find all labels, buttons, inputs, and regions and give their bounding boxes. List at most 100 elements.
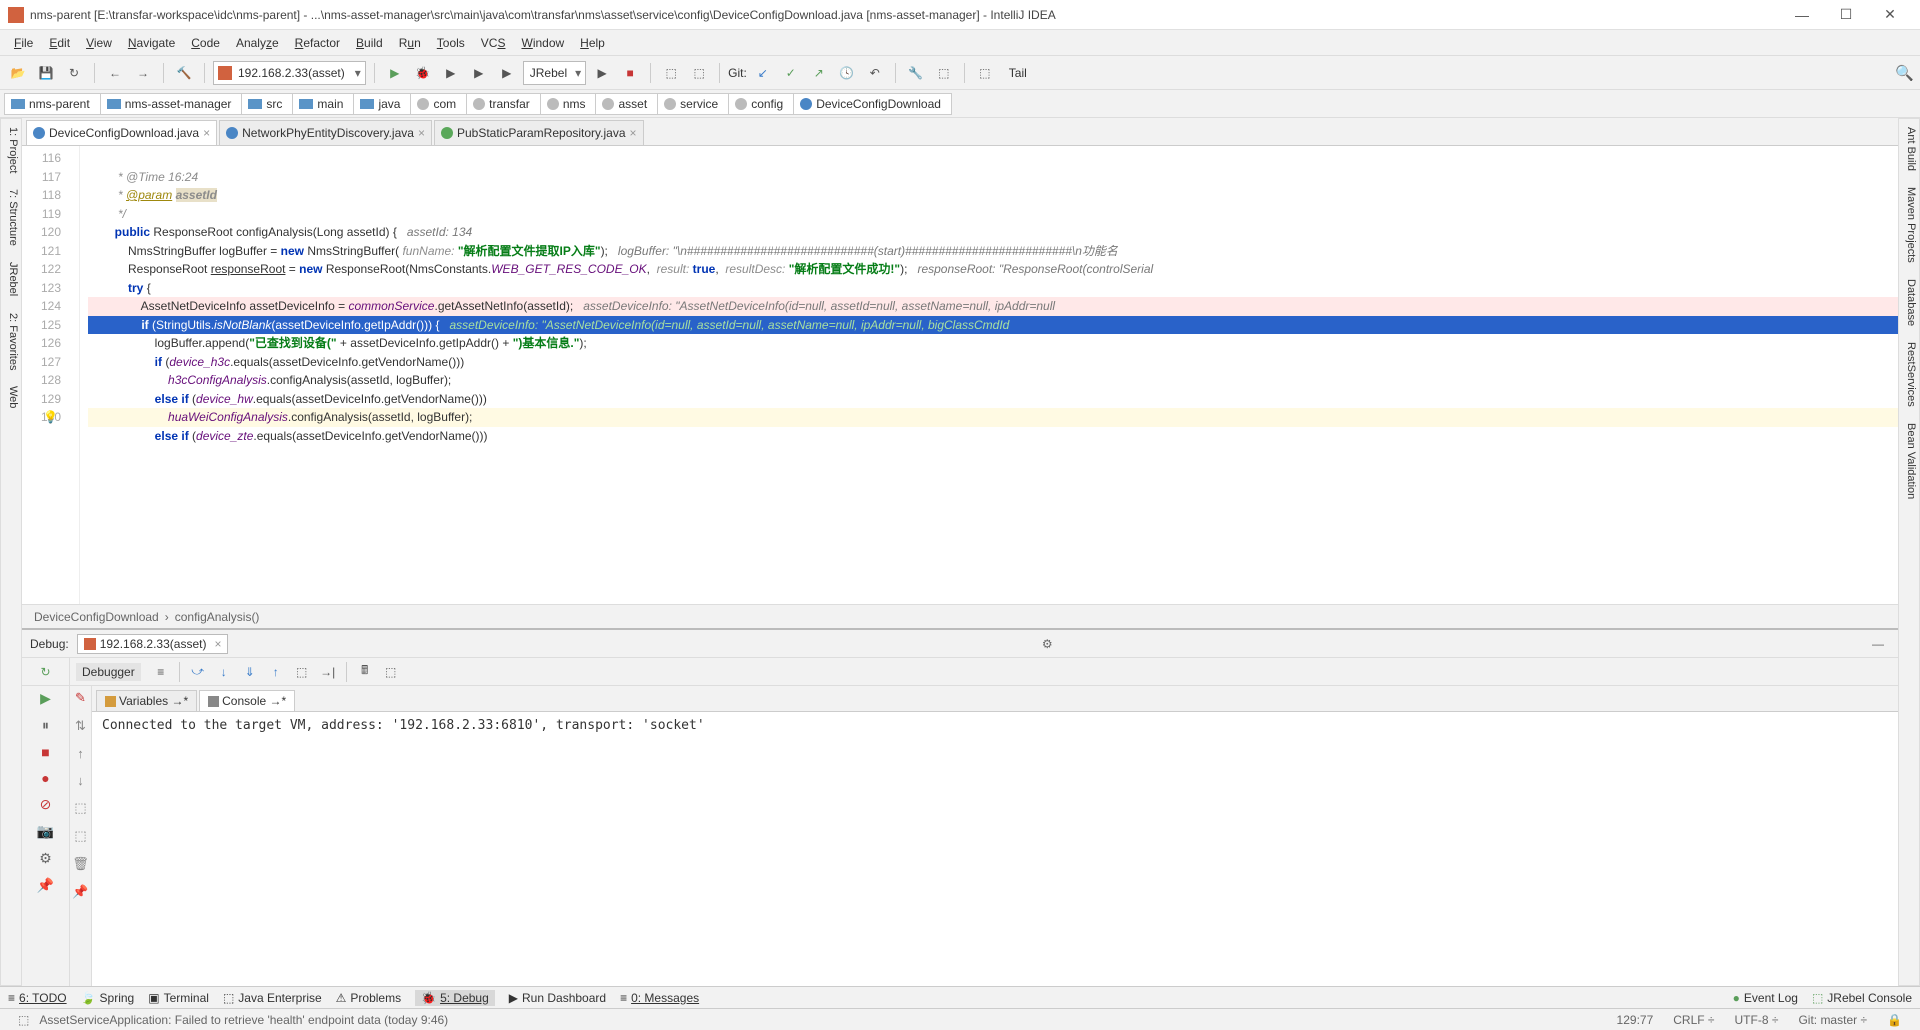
search-everywhere-icon[interactable]: ⬚ <box>973 61 997 85</box>
code-area[interactable]: * @Time 16:24 * @param assetId */ public… <box>80 146 1898 604</box>
jrebel-run-icon[interactable]: ▶ <box>590 61 614 85</box>
git-branch[interactable]: Git: master ÷ <box>1788 1013 1877 1027</box>
menu-edit[interactable]: Edit <box>41 34 78 52</box>
close-icon[interactable]: × <box>630 126 637 140</box>
crumb-src[interactable]: src <box>241 93 293 115</box>
console-tab[interactable]: Console →* <box>199 690 295 711</box>
git-push-icon[interactable]: ↗ <box>807 61 831 85</box>
caret-position[interactable]: 129:77 <box>1607 1013 1664 1027</box>
line-separator[interactable]: CRLF ÷ <box>1663 1013 1724 1027</box>
bulb-icon[interactable]: 💡 <box>22 408 79 427</box>
menu-view[interactable]: View <box>78 34 120 52</box>
menu-vcs[interactable]: VCS <box>473 34 514 52</box>
frames-icon[interactable]: ≡ <box>149 660 173 684</box>
tool-project[interactable]: 1: Project <box>1 119 21 181</box>
menu-file[interactable]: File <box>6 34 41 52</box>
get-thread-dump-icon[interactable]: 📷 <box>37 823 54 840</box>
forward-icon[interactable]: → <box>131 61 155 85</box>
trace-icon[interactable]: ⬚ <box>379 660 403 684</box>
crumb-nms-asset-manager[interactable]: nms-asset-manager <box>100 93 243 115</box>
expand-icon[interactable]: ↑ <box>77 746 84 761</box>
spring-tab[interactable]: 🍃 Spring <box>81 991 135 1005</box>
tool-favorites[interactable]: 2: Favorites <box>1 305 21 378</box>
tool-web[interactable]: Web <box>1 378 21 416</box>
drop-frame-icon[interactable]: ⬚ <box>290 660 314 684</box>
tool-rest[interactable]: RestServices <box>1899 334 1919 415</box>
menu-analyze[interactable]: Analyze <box>228 34 287 52</box>
sync-icon[interactable]: ↻ <box>62 61 86 85</box>
crumb-config[interactable]: config <box>728 93 794 115</box>
crumb-asset[interactable]: asset <box>595 93 658 115</box>
tail-label[interactable]: Tail <box>1009 66 1027 80</box>
problems-tab[interactable]: ⚠ Problems <box>336 991 401 1005</box>
menu-refactor[interactable]: Refactor <box>287 34 348 52</box>
status-icon[interactable]: ⬚ <box>8 1013 39 1027</box>
evaluate-icon[interactable]: 🖩 <box>353 660 377 684</box>
variables-tab[interactable]: Variables →* <box>96 690 197 711</box>
crumb-com[interactable]: com <box>410 93 467 115</box>
close-icon[interactable]: × <box>418 126 425 140</box>
ext1-icon[interactable]: ⬚ <box>659 61 683 85</box>
terminal-tab[interactable]: ▣ Terminal <box>148 991 209 1005</box>
tool-maven[interactable]: Maven Projects <box>1899 179 1919 271</box>
stop-icon[interactable]: ■ <box>618 61 642 85</box>
pin-icon[interactable]: 📌 <box>37 877 54 894</box>
tool-structure[interactable]: 7: Structure <box>1 181 21 254</box>
restore-layout-icon[interactable]: ✎ <box>75 690 86 706</box>
menu-build[interactable]: Build <box>348 34 391 52</box>
debug-config-tab[interactable]: 192.168.2.33(asset)× <box>77 634 229 654</box>
run-to-cursor-icon[interactable]: →| <box>316 660 340 684</box>
tool-database[interactable]: Database <box>1899 271 1919 334</box>
git-revert-icon[interactable]: ↶ <box>863 61 887 85</box>
code-editor[interactable]: 1161171181191201211221231241251261271281… <box>22 146 1898 604</box>
lock-icon[interactable]: 🔒 <box>1877 1013 1912 1027</box>
open-icon[interactable]: 📂 <box>6 61 30 85</box>
view-breakpoints-icon[interactable]: ● <box>41 770 49 786</box>
jrebel-console-tab[interactable]: ⬚ JRebel Console <box>1812 991 1912 1005</box>
pause-icon[interactable]: ⏸ <box>42 717 49 734</box>
maximize-button[interactable]: ☐ <box>1824 6 1868 23</box>
crumb-java[interactable]: java <box>353 93 411 115</box>
debug-tab[interactable]: 🐞 5: Debug <box>415 990 495 1006</box>
debug-icon[interactable]: 🐞 <box>411 61 435 85</box>
coverage-icon[interactable]: ▶ <box>439 61 463 85</box>
profile-icon[interactable]: ▶ <box>467 61 491 85</box>
attach-icon[interactable]: ▶ <box>495 61 519 85</box>
export-icon[interactable]: ⬚ <box>74 828 86 844</box>
run-config-dropdown[interactable]: 192.168.2.33(asset) <box>213 61 366 85</box>
build-icon[interactable]: 🔨 <box>172 61 196 85</box>
sort-icon[interactable]: ⇅ <box>75 718 86 734</box>
tab-deviceconfig[interactable]: DeviceConfigDownload.java× <box>26 120 217 145</box>
messages-tab[interactable]: ≡ 0: Messages <box>620 991 699 1005</box>
back-icon[interactable]: ← <box>103 61 127 85</box>
filter-icon[interactable]: ⬚ <box>74 800 86 816</box>
step-over-icon[interactable]: ⤻ <box>186 660 210 684</box>
mute-breakpoints-icon[interactable]: ⊘ <box>40 796 52 813</box>
structure-icon[interactable]: ⬚ <box>932 61 956 85</box>
git-history-icon[interactable]: 🕓 <box>835 61 859 85</box>
menu-navigate[interactable]: Navigate <box>120 34 183 52</box>
event-log-tab[interactable]: ● Event Log <box>1733 991 1798 1005</box>
stop-debug-icon[interactable]: ■ <box>41 744 49 760</box>
ext2-icon[interactable]: ⬚ <box>687 61 711 85</box>
crumb-main[interactable]: main <box>292 93 354 115</box>
close-icon[interactable]: × <box>203 126 210 140</box>
run-dashboard-tab[interactable]: ▶ Run Dashboard <box>509 991 606 1005</box>
rerun-icon[interactable]: ↻ <box>22 658 70 685</box>
save-icon[interactable]: 💾 <box>34 61 58 85</box>
menu-tools[interactable]: Tools <box>429 34 473 52</box>
minimize-button[interactable]: — <box>1780 7 1824 23</box>
crumb-service[interactable]: service <box>657 93 729 115</box>
resume-icon[interactable]: ▶ <box>40 690 51 707</box>
close-icon[interactable]: × <box>214 637 221 651</box>
crumb-method[interactable]: configAnalysis() <box>175 610 260 624</box>
encoding[interactable]: UTF-8 ÷ <box>1725 1013 1789 1027</box>
step-out-icon[interactable]: ↑ <box>264 660 288 684</box>
console-output[interactable]: Connected to the target VM, address: '19… <box>92 712 1898 986</box>
git-update-icon[interactable]: ↙ <box>751 61 775 85</box>
collapse-icon[interactable]: ↓ <box>77 773 84 788</box>
todo-tab[interactable]: ≡ 6: TODO <box>8 991 67 1005</box>
search-icon[interactable]: 🔍 <box>1895 64 1914 82</box>
crumb-nms-parent[interactable]: nms-parent <box>4 93 101 115</box>
gear-icon[interactable]: ⚙ <box>1036 637 1059 651</box>
